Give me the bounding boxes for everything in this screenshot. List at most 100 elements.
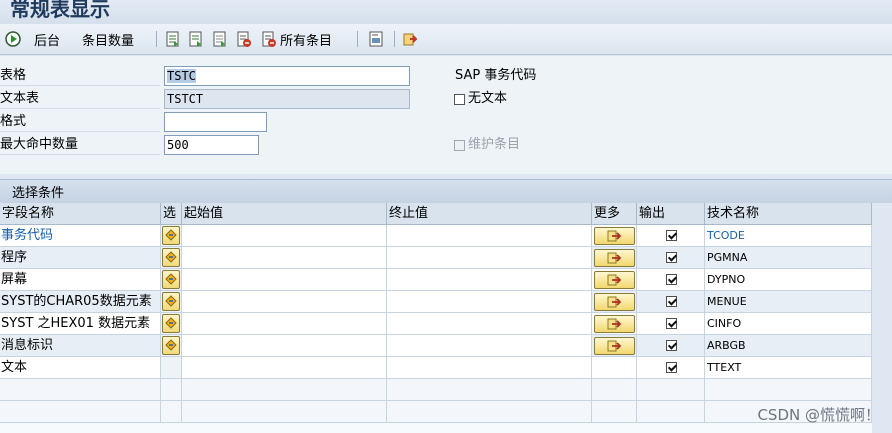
- column-header-output[interactable]: 输出: [637, 203, 705, 225]
- select-option-button[interactable]: [162, 292, 180, 311]
- field-name-cell: 程序: [0, 247, 161, 269]
- empty-row: [0, 379, 872, 401]
- output-cell: [637, 269, 705, 291]
- column-header-tech-name[interactable]: 技术名称: [705, 203, 872, 225]
- to-value-input[interactable]: [387, 335, 592, 357]
- empty-row: [0, 401, 872, 423]
- select-block-button[interactable]: [187, 27, 205, 51]
- max-hits-label: 最大命中数量: [0, 134, 160, 155]
- table-input[interactable]: TSTC: [164, 66, 410, 86]
- output-checkbox[interactable]: [666, 274, 677, 285]
- multiple-selection-arrow-icon: [595, 296, 634, 312]
- output-cell: [637, 225, 705, 247]
- layout-input[interactable]: [164, 112, 267, 132]
- select-all-button[interactable]: [164, 27, 182, 51]
- table-parameters-form: 表格 TSTC SAP 事务代码 文本表 TSTCT 无文本 格式 最大命中数量…: [0, 56, 892, 174]
- select-option-button[interactable]: [162, 270, 180, 289]
- from-value-input: [182, 357, 387, 379]
- background-label: 后台: [34, 33, 61, 49]
- from-value-input[interactable]: [182, 247, 387, 269]
- column-header-field-name[interactable]: 字段名称: [0, 203, 161, 225]
- to-value-input[interactable]: [387, 313, 592, 335]
- empty-cell: [705, 379, 872, 401]
- column-header-more[interactable]: 更多: [592, 203, 637, 225]
- delete-row-icon: [235, 30, 253, 48]
- no-text-checkbox[interactable]: [454, 94, 465, 105]
- table-row: 事务代码 TCODE: [0, 225, 872, 247]
- to-value-input[interactable]: [387, 291, 592, 313]
- multiple-selection-button[interactable]: [594, 315, 635, 333]
- empty-cell: [387, 401, 592, 423]
- output-checkbox[interactable]: [666, 362, 677, 373]
- toolbar-separator: [156, 31, 157, 47]
- from-value-input[interactable]: [182, 313, 387, 335]
- all-entries-button[interactable]: 所有条目: [260, 27, 332, 51]
- empty-cell: [592, 401, 637, 423]
- from-value-input[interactable]: [182, 291, 387, 313]
- layout-label: 格式: [0, 111, 160, 132]
- tech-name-cell: CINFO: [705, 313, 872, 335]
- empty-cell: [387, 379, 592, 401]
- empty-cell: [182, 379, 387, 401]
- multiple-selection-button[interactable]: [594, 227, 635, 245]
- empty-cell: [637, 401, 705, 423]
- to-value-input[interactable]: [387, 225, 592, 247]
- empty-cell: [637, 379, 705, 401]
- empty-cell: [182, 401, 387, 423]
- empty-cell: [161, 401, 182, 423]
- entry-count-button[interactable]: 条目数量: [82, 27, 134, 51]
- deselect-all-button[interactable]: [211, 27, 229, 51]
- select-option-button[interactable]: [162, 314, 180, 333]
- more-cell: [592, 225, 637, 247]
- table-label: 表格: [0, 65, 160, 86]
- to-value-input[interactable]: [387, 247, 592, 269]
- toolbar-separator: [357, 31, 358, 47]
- clock-execute-icon: [4, 30, 22, 48]
- output-cell: [637, 357, 705, 379]
- max-hits-input[interactable]: 500: [164, 135, 259, 155]
- tech-name-cell: ARBGB: [705, 335, 872, 357]
- more-cell: [592, 335, 637, 357]
- execute-button[interactable]: [4, 27, 22, 51]
- multiple-selection-button[interactable]: [594, 271, 635, 289]
- select-option-icon: [163, 295, 179, 312]
- watermark: CSDN @慌慌啊！: [757, 406, 880, 424]
- table-row: SYST 之HEX01 数据元素 CINFO: [0, 313, 872, 335]
- from-value-input[interactable]: [182, 335, 387, 357]
- multiple-selection-arrow-icon: [595, 230, 634, 246]
- to-value-input: [387, 357, 592, 379]
- table-row: 屏幕 DYPNO: [0, 269, 872, 291]
- from-value-input[interactable]: [182, 225, 387, 247]
- select-option-button[interactable]: [162, 248, 180, 267]
- export-button[interactable]: [402, 27, 420, 51]
- output-checkbox[interactable]: [666, 340, 677, 351]
- all-entries-label: 所有条目: [280, 33, 333, 49]
- select-option-cell: [161, 313, 182, 335]
- background-button[interactable]: 后台: [34, 27, 60, 51]
- column-header-to[interactable]: 终止值: [387, 203, 592, 225]
- output-checkbox[interactable]: [666, 252, 677, 263]
- info-button[interactable]: [367, 27, 385, 51]
- output-checkbox[interactable]: [666, 296, 677, 307]
- multiple-selection-button[interactable]: [594, 337, 635, 355]
- application-toolbar: 后台 条目数量 所有条目: [0, 24, 892, 55]
- column-header-from[interactable]: 起始值: [182, 203, 387, 225]
- tech-name-cell: TTEXT: [705, 357, 872, 379]
- select-option-button[interactable]: [162, 226, 180, 245]
- select-option-button[interactable]: [162, 336, 180, 355]
- more-cell: [592, 291, 637, 313]
- more-cell: [592, 313, 637, 335]
- multiple-selection-button[interactable]: [594, 293, 635, 311]
- document-deselect-icon: [211, 30, 229, 48]
- from-value-input[interactable]: [182, 269, 387, 291]
- output-checkbox[interactable]: [666, 230, 677, 241]
- more-cell: [592, 357, 637, 379]
- delete-row-button[interactable]: [235, 27, 253, 51]
- select-option-icon: [163, 273, 179, 290]
- multiple-selection-button[interactable]: [594, 249, 635, 267]
- select-option-cell: [161, 269, 182, 291]
- output-cell: [637, 313, 705, 335]
- to-value-input[interactable]: [387, 269, 592, 291]
- output-checkbox[interactable]: [666, 318, 677, 329]
- column-header-select[interactable]: 选: [161, 203, 182, 225]
